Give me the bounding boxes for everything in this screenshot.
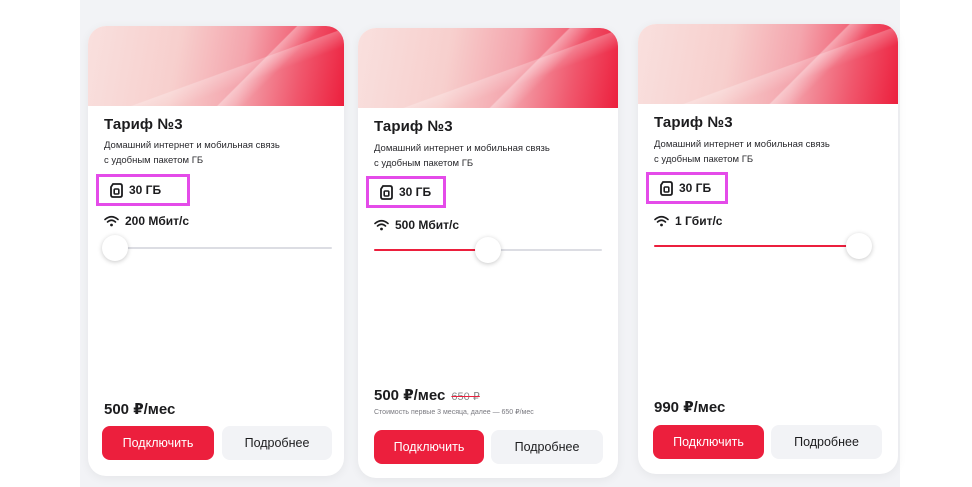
- wifi-icon: [104, 215, 119, 227]
- description-line: Домашний интернет и мобильная связь: [104, 140, 280, 151]
- speed-label: 500 Мбит/с: [374, 218, 459, 232]
- speed-value: 200 Мбит/с: [125, 214, 190, 228]
- card-banner: [88, 26, 344, 106]
- tariff-title: Тариф №3: [374, 118, 453, 135]
- description-line: с удобным пакетом ГБ: [104, 155, 204, 166]
- card-banner: [638, 24, 898, 104]
- old-price: 650 ₽: [451, 391, 480, 403]
- package-value: 30 ГБ: [129, 183, 162, 197]
- tariff-price: 500 ₽/мес 650 ₽: [374, 386, 480, 404]
- tariff-description: Домашний интернет и мобильная связь с уд…: [374, 141, 550, 171]
- description-line: с удобным пакетом ГБ: [374, 158, 474, 169]
- wifi-icon: [654, 215, 669, 227]
- connect-button[interactable]: Подключить: [653, 425, 764, 459]
- tariff-description: Домашний интернет и мобильная связь с уд…: [654, 137, 830, 167]
- package-badge: 30 ГБ: [366, 176, 446, 208]
- speed-label: 200 Мбит/с: [104, 214, 189, 228]
- description-line: с удобным пакетом ГБ: [654, 154, 754, 165]
- tariff-card-2: Тариф №3 Домашний интернет и мобильная с…: [358, 28, 618, 478]
- price-value: 500 ₽/мес: [104, 401, 176, 418]
- speed-value: 500 Мбит/с: [395, 218, 460, 232]
- speed-slider-handle[interactable]: [475, 237, 501, 263]
- speed-slider-track[interactable]: [104, 247, 332, 249]
- connect-button[interactable]: Подключить: [102, 426, 214, 460]
- sim-card-icon: [660, 180, 673, 196]
- details-button[interactable]: Подробнее: [771, 425, 882, 459]
- speed-value: 1 Гбит/с: [675, 214, 723, 228]
- package-value: 30 ГБ: [679, 181, 712, 195]
- speed-slider-track[interactable]: [654, 245, 870, 247]
- package-badge: 30 ГБ: [646, 172, 728, 204]
- description-line: Домашний интернет и мобильная связь: [654, 139, 830, 150]
- price-value: 990 ₽/мес: [654, 399, 726, 416]
- package-value: 30 ГБ: [399, 185, 432, 199]
- tariff-card-1: Тариф №3 Домашний интернет и мобильная с…: [88, 26, 344, 476]
- speed-label: 1 Гбит/с: [654, 214, 722, 228]
- price-value: 500 ₽/мес: [374, 387, 446, 404]
- details-button[interactable]: Подробнее: [491, 430, 603, 464]
- speed-slider-handle[interactable]: [102, 235, 128, 261]
- sim-card-icon: [380, 184, 393, 200]
- tariff-price: 990 ₽/мес: [654, 398, 725, 416]
- tariff-price: 500 ₽/мес: [104, 400, 175, 418]
- package-badge: 30 ГБ: [96, 174, 190, 206]
- speed-slider-handle[interactable]: [846, 233, 872, 259]
- tariff-card-3: Тариф №3 Домашний интернет и мобильная с…: [638, 24, 898, 474]
- price-note: Стоимость первые 3 месяца, далее — 650 ₽…: [374, 409, 534, 416]
- sim-card-icon: [110, 182, 123, 198]
- tariff-description: Домашний интернет и мобильная связь с уд…: [104, 138, 280, 168]
- description-line: Домашний интернет и мобильная связь: [374, 143, 550, 154]
- details-button[interactable]: Подробнее: [222, 426, 332, 460]
- speed-slider-fill: [374, 249, 488, 251]
- connect-button[interactable]: Подключить: [374, 430, 484, 464]
- speed-slider-fill: [654, 245, 870, 247]
- card-banner: [358, 28, 618, 108]
- tariff-title: Тариф №3: [104, 116, 183, 133]
- wifi-icon: [374, 219, 389, 231]
- tariff-title: Тариф №3: [654, 114, 733, 131]
